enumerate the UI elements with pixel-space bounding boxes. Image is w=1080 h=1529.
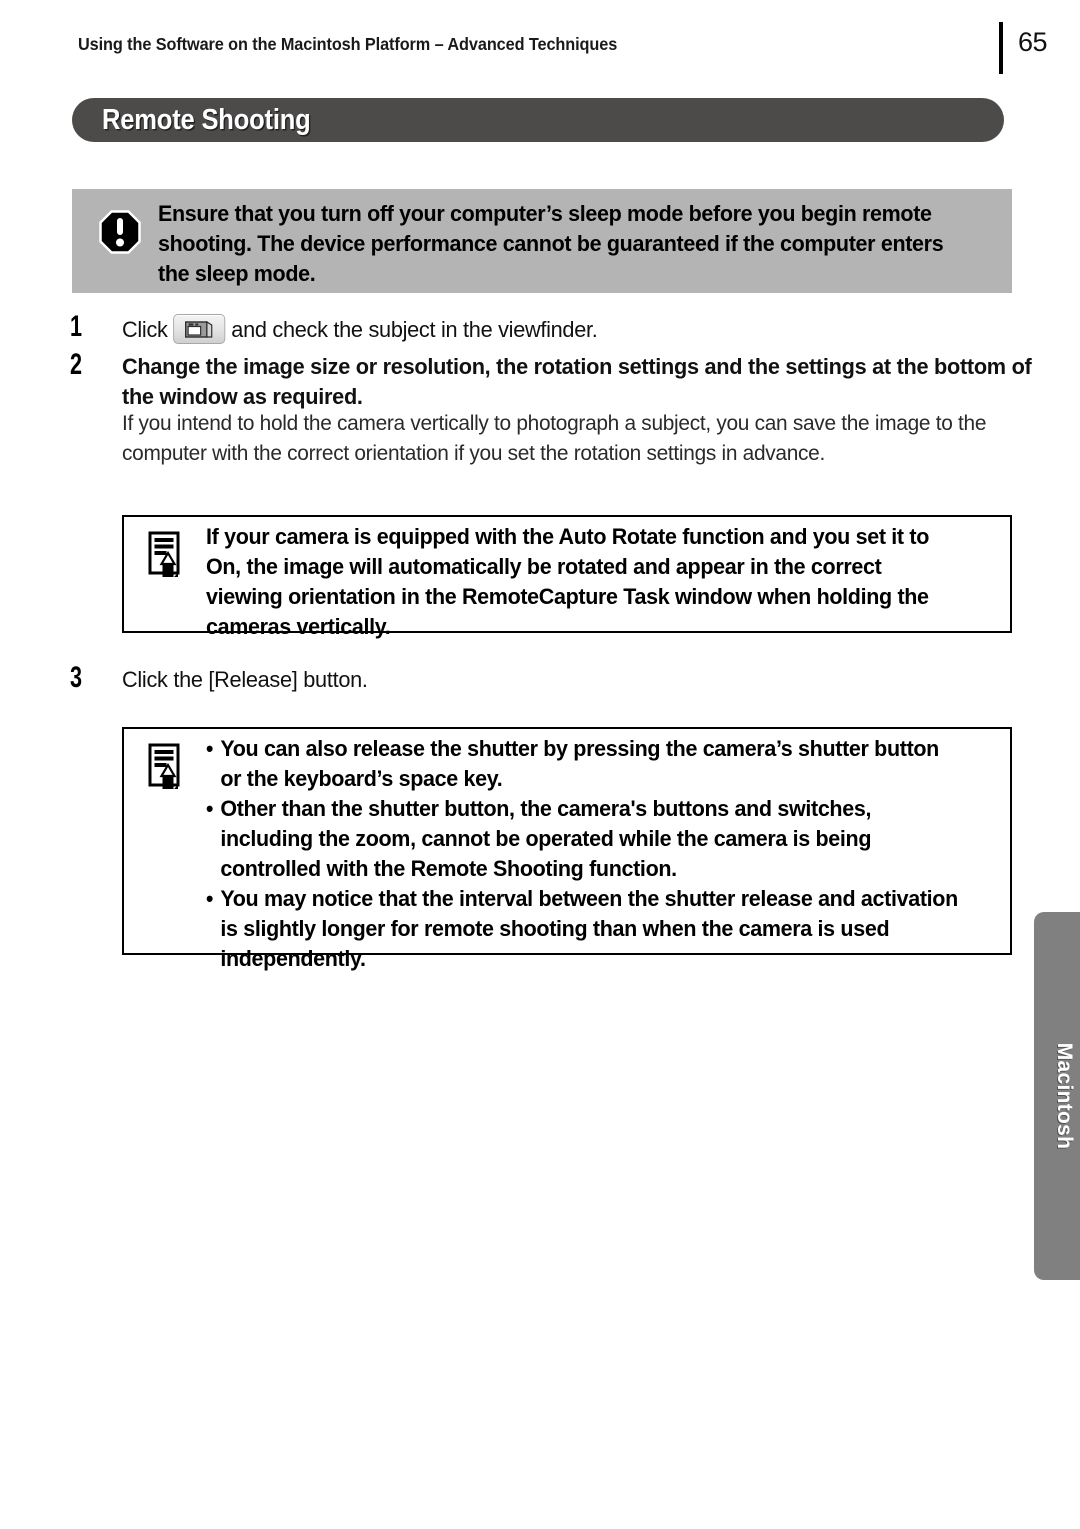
body-paragraph: If you intend to hold the camera vertica… — [122, 411, 987, 465]
list-item: • Other than the shutter button, the cam… — [206, 794, 960, 884]
side-tab-macintosh: Macintosh — [1034, 912, 1080, 1280]
page-number: 65 — [1018, 27, 1048, 57]
section-title: Remote Shooting — [102, 104, 311, 136]
list-item-text: You may notice that the interval between… — [220, 886, 958, 971]
list-item: • You may notice that the interval betwe… — [206, 884, 960, 974]
list-item: • You can also release the shutter by pr… — [206, 734, 960, 794]
memo-pencil-icon — [148, 743, 188, 793]
memo-pencil-icon — [148, 531, 188, 581]
camera-viewfinder-button-icon[interactable] — [173, 314, 226, 344]
running-header: Using the Software on the Macintosh Plat… — [0, 22, 1080, 74]
step-2-number: 2 — [70, 348, 82, 381]
step-1-text: Click and check the subject in the viewf… — [122, 314, 991, 345]
step-2-text: Change the image size or resolution, the… — [122, 354, 1032, 409]
caution-text: Ensure that you turn off your computer’s… — [158, 201, 944, 286]
header-divider-rule — [999, 22, 1003, 74]
side-tab-label: Macintosh — [1053, 1042, 1076, 1150]
note-box-release-tips: • You can also release the shutter by pr… — [122, 727, 1012, 971]
note-box-auto-rotate-text: If your camera is equipped with the Auto… — [206, 524, 930, 639]
note-bullet-list: • You can also release the shutter by pr… — [206, 734, 960, 974]
step-3-number: 3 — [70, 661, 82, 694]
caution-box: Ensure that you turn off your computer’s… — [72, 189, 1012, 293]
step-1-number: 1 — [70, 310, 82, 343]
bullet-glyph: • — [206, 886, 214, 911]
note-box-auto-rotate: If your camera is equipped with the Auto… — [122, 515, 1012, 639]
bullet-glyph: • — [206, 796, 214, 821]
exclamation-octagon-icon — [99, 210, 141, 254]
list-item-text: Other than the shutter button, the camer… — [220, 796, 872, 881]
list-item-text: You can also release the shutter by pres… — [220, 736, 939, 791]
step-1-text-after: and check the subject in the viewfinder. — [231, 317, 598, 342]
step-1-text-before: Click — [122, 317, 168, 342]
note-box-release-tips-text: • You can also release the shutter by pr… — [206, 734, 960, 974]
section-banner: Remote Shooting — [72, 98, 1004, 142]
bullet-glyph: • — [206, 736, 214, 761]
header-title: Using the Software on the Macintosh Plat… — [78, 34, 618, 54]
step-3-text: Click the [Release] button. — [122, 667, 368, 692]
